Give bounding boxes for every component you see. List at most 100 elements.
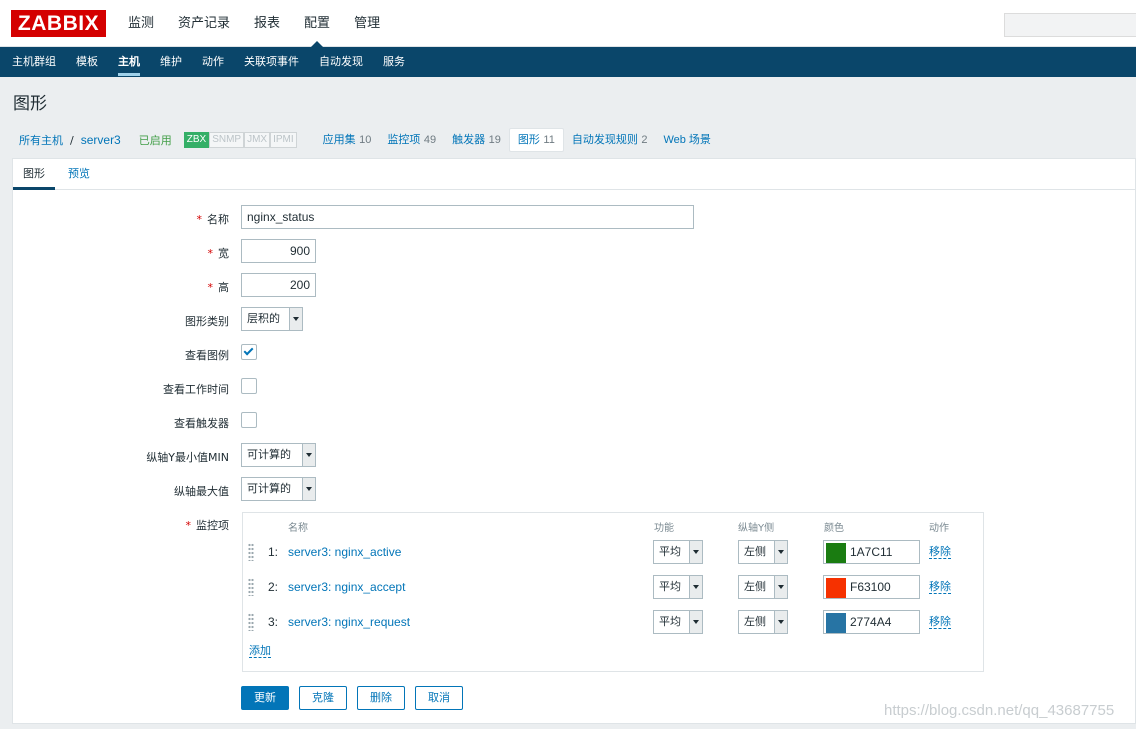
tab-web-scenarios[interactable]: Web 场景	[655, 129, 718, 151]
submenu-maintenance[interactable]: 维护	[150, 47, 192, 77]
ymin-label: 纵轴Y最小值MIN	[146, 451, 229, 464]
menu-inventory[interactable]: 资产记录	[166, 0, 242, 47]
color-value[interactable]: 1A7C11	[850, 541, 892, 563]
submenu-templates[interactable]: 模板	[66, 47, 108, 77]
drag-handle-icon[interactable]	[248, 578, 254, 596]
sub-menu: 主机群组 模板 主机 维护 动作 关联项事件 自动发现 服务	[0, 47, 1136, 77]
show-legend-checkbox[interactable]	[241, 344, 257, 360]
badge-ipmi: IPMI	[270, 132, 297, 148]
color-swatch[interactable]	[826, 543, 846, 563]
tab-applications[interactable]: 应用集 10	[315, 129, 380, 151]
color-value[interactable]: 2774A4	[850, 611, 891, 633]
breadcrumb-all-hosts[interactable]: 所有主机	[19, 132, 63, 148]
chevron-down-icon	[689, 576, 702, 598]
cancel-button[interactable]: 取消	[415, 686, 463, 710]
chevron-down-icon	[302, 478, 315, 500]
breadcrumb-host[interactable]: server3	[81, 133, 121, 147]
menu-reports[interactable]: 报表	[242, 0, 292, 47]
function-select[interactable]: 平均	[653, 610, 703, 634]
width-field[interactable]: 900	[241, 239, 316, 263]
item-name-link[interactable]: server3: nginx_request	[288, 615, 410, 629]
show-working-time-checkbox[interactable]	[241, 378, 257, 394]
menu-configuration[interactable]: 配置	[292, 0, 342, 48]
menu-monitoring[interactable]: 监测	[116, 0, 166, 47]
ymin-select[interactable]: 可计算的	[241, 443, 316, 467]
col-name: 名称	[288, 523, 308, 534]
graph-type-label: 图形类别	[185, 315, 229, 328]
search-input[interactable]	[1004, 13, 1136, 37]
add-item-link[interactable]: 添加	[249, 644, 271, 658]
function-select[interactable]: 平均	[653, 540, 703, 564]
color-picker[interactable]: 1A7C11	[823, 540, 920, 564]
axis-side-select[interactable]: 左侧	[738, 540, 788, 564]
color-picker[interactable]: F63100	[823, 575, 920, 599]
availability-badges: ZBX SNMP JMX IPMI	[183, 132, 297, 148]
remove-item-link[interactable]: 移除	[929, 580, 951, 594]
remove-item-link[interactable]: 移除	[929, 615, 951, 629]
graph-type-select[interactable]: 层积的	[241, 307, 303, 331]
form-tab-graph[interactable]: 图形	[13, 159, 55, 190]
chevron-down-icon	[774, 541, 787, 563]
tab-discovery-rules[interactable]: 自动发现规则 2	[564, 129, 656, 151]
main-menu: 监测 资产记录 报表 配置 管理	[116, 0, 392, 48]
color-swatch[interactable]	[826, 613, 846, 633]
table-row: 1: server3: nginx_active 平均 左侧 1A7C11 移除	[243, 537, 983, 567]
show-working-time-label: 查看工作时间	[163, 383, 229, 396]
submenu-host-groups[interactable]: 主机群组	[2, 47, 66, 77]
top-bar: ZABBIX 监测 资产记录 报表 配置 管理	[0, 0, 1136, 48]
item-name-link[interactable]: server3: nginx_accept	[288, 580, 405, 594]
zabbix-logo[interactable]: ZABBIX	[11, 10, 106, 37]
color-picker[interactable]: 2774A4	[823, 610, 920, 634]
submenu-services[interactable]: 服务	[373, 47, 415, 77]
table-row: 2: server3: nginx_accept 平均 左侧 F63100 移除	[243, 572, 983, 602]
ymax-select[interactable]: 可计算的	[241, 477, 316, 501]
axis-side-select[interactable]: 左侧	[738, 610, 788, 634]
name-field[interactable]: nginx_status	[241, 205, 694, 229]
col-action: 动作	[929, 523, 949, 534]
row-number: 1:	[268, 545, 279, 559]
submenu-correlation[interactable]: 关联项事件	[234, 47, 309, 77]
item-name-link[interactable]: server3: nginx_active	[288, 545, 401, 559]
table-row: 3: server3: nginx_request 平均 左侧 2774A4 移…	[243, 607, 983, 637]
col-color: 颜色	[824, 523, 844, 534]
delete-button[interactable]: 删除	[357, 686, 405, 710]
items-label: * 监控项	[185, 519, 230, 532]
axis-side-select[interactable]: 左侧	[738, 575, 788, 599]
form-tab-preview[interactable]: 预览	[58, 159, 100, 190]
row-number: 3:	[268, 615, 279, 629]
clone-button[interactable]: 克隆	[299, 686, 347, 710]
watermark: https://blog.csdn.net/qq_43687755	[884, 702, 1115, 719]
drag-handle-icon[interactable]	[248, 613, 254, 631]
show-legend-label: 查看图例	[185, 349, 229, 362]
chevron-down-icon	[302, 444, 315, 466]
tab-triggers[interactable]: 触发器 19	[444, 129, 509, 151]
update-button[interactable]: 更新	[241, 686, 289, 710]
host-status[interactable]: 已启用	[139, 132, 172, 148]
show-triggers-checkbox[interactable]	[241, 412, 257, 428]
chevron-down-icon	[689, 541, 702, 563]
graph-items-table: 名称 功能 纵轴Y侧 颜色 动作 1: server3: nginx_activ…	[242, 512, 984, 672]
name-label: * 名称	[196, 213, 230, 226]
page-title: 图形	[13, 94, 47, 114]
col-function: 功能	[654, 523, 674, 534]
height-field[interactable]: 200	[241, 273, 316, 297]
chevron-down-icon	[689, 611, 702, 633]
badge-snmp: SNMP	[209, 132, 245, 148]
drag-handle-icon[interactable]	[248, 543, 254, 561]
breadcrumb: 所有主机 / server3 已启用 ZBX SNMP JMX IPMI 应用集…	[12, 128, 719, 152]
submenu-discovery[interactable]: 自动发现	[309, 47, 373, 77]
submenu-hosts[interactable]: 主机	[108, 47, 150, 77]
form-tabs: 图形 预览	[13, 159, 1135, 190]
check-icon	[243, 345, 254, 356]
remove-item-link[interactable]: 移除	[929, 545, 951, 559]
tab-graphs[interactable]: 图形 11	[508, 128, 564, 152]
submenu-actions[interactable]: 动作	[192, 47, 234, 77]
color-swatch[interactable]	[826, 578, 846, 598]
chevron-down-icon	[774, 611, 787, 633]
color-value[interactable]: F63100	[850, 576, 891, 598]
function-select[interactable]: 平均	[653, 575, 703, 599]
menu-administration[interactable]: 管理	[342, 0, 392, 47]
tab-items[interactable]: 监控项 49	[379, 129, 444, 151]
height-label: * 高	[207, 281, 230, 294]
graph-form-panel: 图形 预览 * 名称 nginx_status * 宽 900 * 高 200 图形类…	[12, 158, 1136, 724]
